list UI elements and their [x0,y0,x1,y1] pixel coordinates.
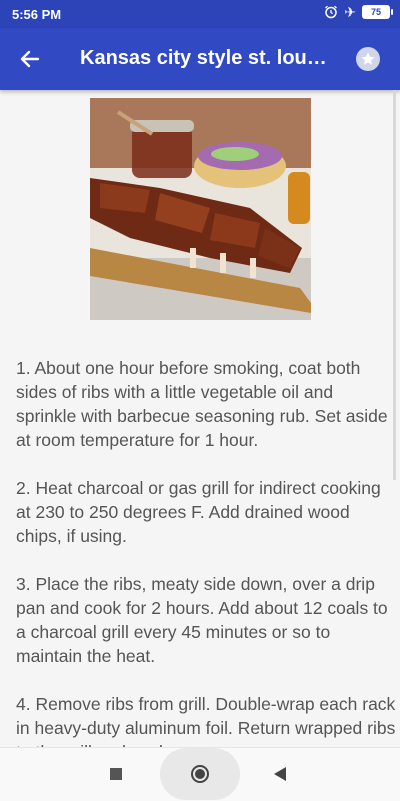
home-button[interactable] [160,748,240,800]
recipe-instructions: 1. About one hour before smoking, coat b… [16,356,396,747]
system-back-button[interactable] [274,767,286,781]
recent-apps-button[interactable] [110,768,122,780]
step-4: 4. Remove ribs from grill. Double-wrap e… [16,694,396,747]
status-icons: ✈ 75 [324,4,393,20]
status-bar: 5:56 PM ✈ 75 [0,0,400,28]
battery-icon: 75 [362,5,393,19]
app-bar: Kansas city style st. lou… [0,28,400,90]
alarm-icon [325,5,338,19]
back-arrow-icon[interactable] [16,45,44,73]
home-icon [191,765,209,783]
system-nav-bar [0,747,400,801]
step-1: 1. About one hour before smoking, coat b… [16,358,388,450]
battery-level: 75 [370,7,381,17]
airplane-mode-icon: ✈ [344,4,356,20]
step-2: 2. Heat charcoal or gas grill for indire… [16,478,381,546]
recipe-content[interactable]: 1. About one hour before smoking, coat b… [0,90,400,747]
status-time: 5:56 PM [12,7,62,22]
page-title: Kansas city style st. lou… [80,47,327,69]
step-3: 3. Place the ribs, meaty side down, over… [16,574,388,666]
favorite-button[interactable] [356,47,380,71]
star-icon [361,52,375,65]
ribs-photo [90,98,311,320]
